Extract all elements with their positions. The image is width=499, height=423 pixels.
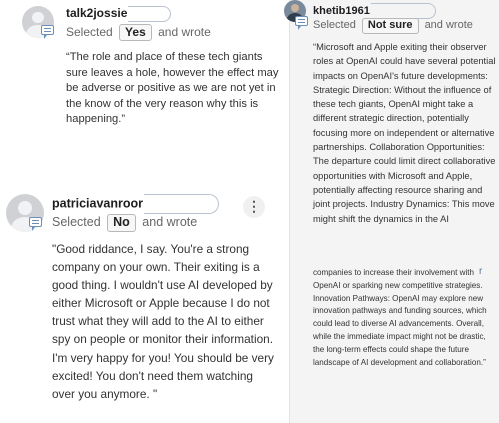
redacted-name-blur [370, 3, 436, 19]
stray-mark: r [479, 266, 483, 277]
comment-text-large: “Microsoft and Apple exiting their obser… [313, 42, 496, 224]
redacted-name-blur [144, 194, 220, 214]
more-options-icon[interactable]: ⋮ [243, 196, 265, 218]
comment-icon [41, 25, 54, 39]
comment-text: “The role and place of these tech giants… [66, 51, 279, 126]
comment-icon [29, 217, 42, 231]
username[interactable]: khetib1961 [313, 3, 436, 19]
selected-line: Selected Not sure and wrote [313, 18, 473, 34]
choice-badge: Not sure [361, 18, 419, 34]
redacted-name-blur [128, 6, 172, 22]
username[interactable]: patriciavanroor [52, 194, 220, 214]
comment-icon [295, 16, 308, 30]
choice-badge: No [107, 214, 136, 232]
selected-line: Selected No and wrote [52, 214, 197, 232]
choice-badge: Yes [119, 24, 152, 41]
selected-line: Selected Yes and wrote [66, 24, 211, 41]
username[interactable]: talk2jossie [66, 6, 172, 22]
comment-card-talk2jossie: talk2jossie Selected Yes and wrote “The … [0, 0, 286, 170]
comment-card-khetib1961: khetib1961 Selected Not sure and wrote “… [284, 0, 499, 423]
comment-text-small: companies to increase their involvement … [313, 268, 487, 367]
comment-text: "Good riddance, I say. You're a strong c… [52, 242, 274, 401]
comment-card-patriciavanroor: patriciavanroor Selected No and wrote ⋮ … [0, 190, 286, 423]
